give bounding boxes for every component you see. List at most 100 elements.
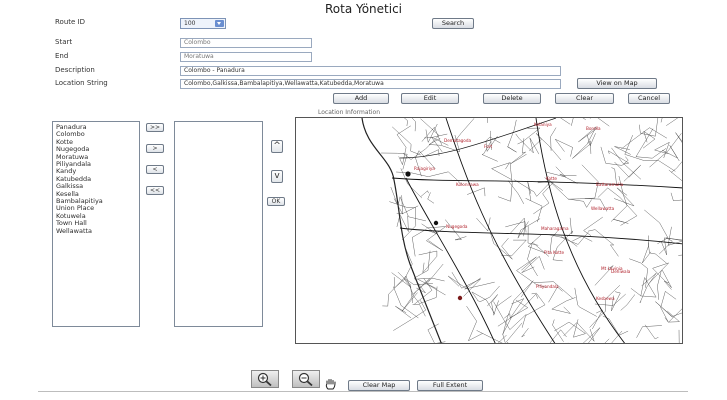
map-road [668, 169, 682, 202]
map-road [510, 138, 527, 164]
map-road [583, 216, 603, 236]
map-road [502, 280, 534, 335]
map-place-label: Rajagiriya [414, 166, 435, 171]
map-place-label: Kolonnawa [456, 182, 479, 187]
map-road [477, 285, 500, 303]
map-place-label: Nugegoda [446, 224, 468, 229]
map-road [551, 297, 576, 314]
map-road [592, 309, 603, 330]
add-button[interactable]: Add [333, 93, 389, 104]
move-up-button[interactable]: ^ [271, 140, 283, 153]
map-road [527, 181, 532, 201]
description-field[interactable]: Colombo - Panadura [180, 66, 561, 76]
available-locations-items: Panadura Colombo Kotte Nugegoda Moratuwa Pili… [53, 122, 139, 237]
magnifier-minus-icon [298, 372, 313, 387]
map-road [392, 126, 421, 156]
map-road [600, 146, 629, 166]
map-road [642, 130, 656, 149]
clear-button[interactable]: Clear [555, 93, 614, 104]
move-left-button[interactable]: < [146, 165, 164, 174]
view-on-map-button[interactable]: View on Map [577, 78, 657, 89]
zoom-in-button[interactable] [251, 370, 279, 388]
map-canvas[interactable]: Kelaniya Dematagoda Fort Borella Rajagiriya K… [295, 117, 683, 344]
edit-button[interactable]: Edit [401, 93, 459, 104]
start-label: Start [55, 38, 73, 46]
map-road [642, 235, 652, 264]
map-road [611, 291, 621, 311]
map-road [613, 219, 629, 224]
footer-divider [38, 391, 688, 392]
map-place-label: Pita Kotte [544, 250, 565, 255]
move-all-left-button[interactable]: << [146, 186, 164, 195]
map-road [455, 118, 475, 140]
map-place-label: Borella [586, 126, 601, 131]
map-road [421, 126, 442, 145]
search-button[interactable]: Search [432, 18, 474, 29]
map-road [495, 295, 512, 308]
map-road [678, 254, 682, 256]
map-road [476, 217, 491, 232]
map-road [571, 118, 574, 126]
move-down-button[interactable]: v [271, 170, 283, 183]
map-place-label: Kelaniya [534, 122, 552, 127]
map-road [418, 250, 438, 274]
list-item[interactable]: Wellawatta [56, 227, 136, 235]
map-road [654, 141, 670, 159]
map-road [666, 118, 678, 126]
map-road [636, 325, 662, 338]
map-road [525, 198, 543, 223]
map-road [515, 133, 540, 155]
map-road [487, 118, 488, 123]
end-field[interactable]: Moratuwa [180, 52, 312, 62]
magnifier-plus-icon [257, 372, 272, 387]
map-road [587, 229, 619, 257]
cancel-button[interactable]: Cancel [628, 93, 670, 104]
move-all-right-button[interactable]: >> [146, 123, 164, 132]
location-string-label: Location String [55, 79, 108, 87]
map-road [660, 118, 663, 123]
map-road [586, 133, 596, 147]
full-extent-button[interactable]: Full Extent [417, 380, 483, 391]
map-road [648, 242, 667, 264]
zoom-out-button[interactable] [292, 370, 320, 388]
map-place-label: Battaramulla [596, 182, 624, 187]
map-place-label: Fort [484, 144, 493, 149]
start-field[interactable]: Colombo [180, 38, 312, 48]
map-road [396, 125, 411, 166]
map-road [574, 287, 597, 317]
map-road [582, 118, 586, 120]
route-id-value: 100 [184, 20, 196, 27]
move-right-button[interactable]: > [146, 144, 164, 153]
page-title: Rota Yönetici [324, 2, 403, 16]
map-road [467, 187, 486, 197]
map-road [548, 286, 563, 303]
map-road [572, 140, 592, 159]
map-place-label: Wellawatta [591, 206, 615, 211]
map-road [420, 190, 429, 197]
ok-button[interactable]: OK [267, 197, 285, 206]
map-road [563, 322, 595, 342]
map-road [572, 236, 593, 242]
map-road [451, 272, 481, 297]
map-road [497, 293, 539, 327]
map-road [415, 150, 436, 177]
selected-locations-list[interactable] [174, 121, 263, 327]
delete-button[interactable]: Delete [483, 93, 541, 104]
map-road [560, 118, 571, 125]
map-road [659, 237, 682, 255]
route-id-select[interactable]: 100 [180, 18, 226, 29]
map-road [427, 192, 435, 204]
map-caption: Location Information [318, 109, 381, 116]
available-locations-list[interactable]: Panadura Colombo Kotte Nugegoda Moratuwa Pili… [52, 121, 140, 327]
map-road [548, 180, 592, 208]
map-road [445, 219, 467, 241]
pan-button[interactable] [324, 376, 338, 390]
clear-map-button[interactable]: Clear Map [348, 380, 410, 391]
map-road [505, 221, 527, 233]
location-string-field[interactable]: Colombo,Galkissa,Bambalapitiya,Wellawatt… [180, 79, 561, 89]
map-road [396, 205, 419, 214]
map-road [507, 119, 517, 153]
map-road [604, 330, 623, 343]
map-road [404, 118, 408, 127]
map-road [491, 162, 512, 180]
